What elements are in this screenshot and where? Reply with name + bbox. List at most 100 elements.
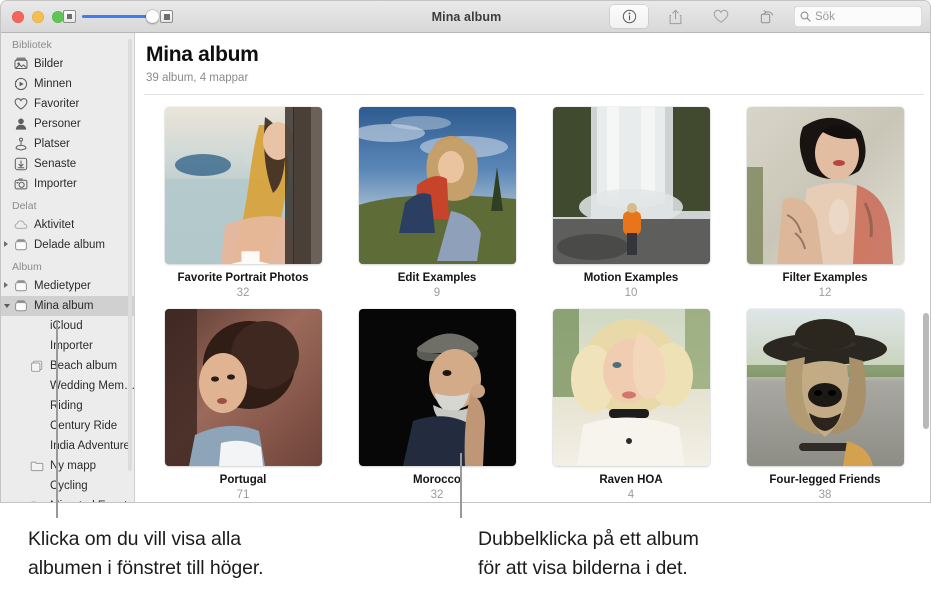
photos-icon [14,57,28,71]
sidebar-item-mina-album[interactable]: Mina album [1,296,134,316]
album-thumbnail[interactable] [164,309,322,466]
sidebar-item-minnen[interactable]: Minnen [1,74,134,94]
album-title: Filter Examples [782,272,868,284]
folder-icon [30,459,44,473]
camera-icon [14,177,28,191]
album-cell[interactable]: Motion Examples 10 [534,107,728,299]
sidebar-item-label: Platser [34,138,70,150]
search-placeholder: Sök [815,10,835,23]
sidebar-item-label: iCloud [50,320,83,332]
album-callout-line [460,453,462,518]
album-title: Edit Examples [397,272,477,284]
album-cell[interactable]: Favorite Portrait Photos 32 [146,107,340,299]
sidebar-item-importer[interactable]: Importer [1,336,134,356]
album-content-area: Mina album 39 album, 4 mappar Favorite P… [136,33,930,503]
sidebar-item-label: Importer [34,178,77,190]
sidebar-section-header: Album [12,261,42,273]
album-thumbnail[interactable] [358,107,516,264]
album-thumbnail[interactable] [552,309,710,466]
album-thumbnail[interactable] [164,107,322,264]
sidebar-callout-line2: albumen i fönstret till höger. [28,557,264,579]
sidebar-section-header: Bibliotek [12,39,52,51]
share-button[interactable] [656,5,694,28]
album-count: 9 [433,287,441,299]
info-button[interactable] [610,5,648,28]
thumb-icloud-thumbnail [30,319,44,333]
sidebar-item-india-adventure[interactable]: India Adventure [1,436,134,456]
sidebar-item-icloud[interactable]: iCloud [1,316,134,336]
album-callout-text: Dubbelklicka på ett album för att visa b… [478,525,918,583]
sidebar-item-aktivitet[interactable]: Aktivitet [1,215,134,235]
chevron-right-icon[interactable] [4,241,8,247]
sidebar-item-personer[interactable]: Personer [1,114,134,134]
sidebar-item-wedding-mem[interactable]: Wedding Mem… [1,376,134,396]
sidebar-item-bilder[interactable]: Bilder [1,54,134,74]
sidebar-item-riding[interactable]: Riding [1,396,134,416]
album-thumbnail[interactable] [358,309,516,466]
share-up-arrow-icon [669,9,681,24]
sidebar-item-ny-mapp[interactable]: Ny mapp [1,456,134,476]
sidebar[interactable]: Bibliotek Bilder Minnen Favoriter Personer Pl… [1,33,135,503]
sidebar-item-label: Favoriter [34,98,80,110]
album-icon [14,238,28,252]
rotate-button[interactable] [748,5,786,28]
stack-icon [30,359,44,373]
memories-icon [14,77,28,91]
search-input[interactable]: Sök [794,6,922,27]
sidebar-item-delade-album[interactable]: Delade album [1,235,134,255]
album-cell[interactable]: Filter Examples 12 [728,107,922,299]
photos-window: Mina album Sök Bibliotek Bilder Minnen F… [0,0,931,503]
info-circle-icon [622,9,636,24]
sidebar-item-label: Personer [34,118,81,130]
album-count: 10 [624,287,638,299]
album-cell[interactable]: Edit Examples 9 [340,107,534,299]
thumb-importer-thumbnail [30,339,44,353]
album-cell[interactable]: Four-legged Friends 38 [728,309,922,501]
sidebar-callout-line1: Klicka om du vill visa alla [28,528,241,550]
chevron-right-icon[interactable] [4,282,8,288]
sidebar-item-century-ride[interactable]: Century Ride [1,416,134,436]
album-thumbnail[interactable] [746,309,904,466]
content-scrollbar[interactable] [923,313,929,429]
album-title: Morocco [413,474,461,486]
sidebar-section-header: Delat [12,200,37,212]
pin-icon [14,137,28,151]
album-cell[interactable]: Raven HOA 4 [534,309,728,501]
album-cell[interactable]: Portugal 71 [146,309,340,501]
sidebar-item-label: Delade album [34,239,105,251]
thumb-riding-thumbnail [30,399,44,413]
toolbar-right: Sök [610,5,922,28]
album-callout-line1: Dubbelklicka på ett album [478,528,699,550]
sidebar-item-favoriter[interactable]: Favoriter [1,94,134,114]
album-count: 12 [818,287,832,299]
album-callout-line2: för att visa bilderna i det. [478,557,688,579]
sidebar-item-platser[interactable]: Platser [1,134,134,154]
sidebar-scrollbar[interactable] [128,39,132,471]
sidebar-item-label: Aktivitet [34,219,75,231]
album-count: 32 [236,287,250,299]
cloud-icon [14,218,28,232]
album-count: 32 [430,489,444,501]
sidebar-item-label: Wedding Mem… [50,380,134,392]
album-title: Portugal [219,474,267,486]
sidebar-item-label: Bilder [34,58,64,70]
sidebar-item-senaste[interactable]: Senaste [1,154,134,174]
album-grid: Favorite Portrait Photos 32 Edit Examples… [136,95,930,501]
chevron-down-icon[interactable] [3,304,10,308]
window-titlebar: Mina album Sök [1,1,930,33]
album-cell[interactable]: Morocco 32 [340,309,534,501]
favorite-button[interactable] [702,5,740,28]
sidebar-item-beach-album[interactable]: Beach album [1,356,134,376]
album-thumbnail[interactable] [746,107,904,264]
album-title: Raven HOA [599,474,663,486]
sidebar-item-importer[interactable]: Importer [1,174,134,194]
album-icon [14,299,28,313]
sidebar-item-cycling[interactable]: Cycling [1,476,134,496]
sidebar-item-label: Minnen [34,78,72,90]
sidebar-item-label: Medietyper [34,280,91,292]
sidebar-item-label: Century Ride [50,420,118,432]
sidebar-callout-line [56,322,58,518]
album-title: Motion Examples [583,272,679,284]
sidebar-item-medietyper[interactable]: Medietyper [1,276,134,296]
album-thumbnail[interactable] [552,107,710,264]
